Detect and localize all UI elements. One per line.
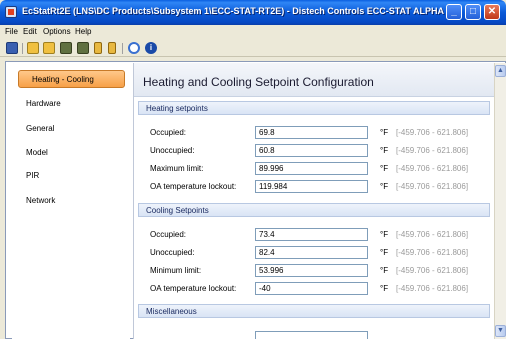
cooling-oa-lockout-label: OA temperature lockout: [150, 284, 237, 293]
device-icon[interactable] [77, 42, 89, 54]
cooling-oa-lockout-input[interactable] [255, 282, 368, 295]
maximize-button[interactable]: □ [465, 4, 481, 20]
scroll-up-icon[interactable]: ▲ [495, 65, 506, 77]
range-label: [-459.706 - 621.806] [396, 146, 469, 155]
unit-label: °F [380, 146, 389, 155]
close-button[interactable]: ✕ [484, 4, 500, 20]
section-miscellaneous: Miscellaneous [138, 304, 490, 318]
sidebar-item-heating-cooling[interactable]: Heating - Cooling [18, 70, 125, 88]
menu-bar: File Edit Options Help [0, 25, 506, 40]
menu-options[interactable]: Options [43, 27, 71, 36]
unit-label: °F [380, 128, 389, 137]
sidebar-item-label: Network [26, 196, 56, 205]
heating-max-limit-input[interactable] [255, 162, 368, 175]
sidebar: Heating - Cooling Hardware General Model… [12, 63, 130, 339]
sidebar-item-hardware[interactable]: Hardware [18, 95, 125, 113]
minimize-button[interactable]: _ [446, 4, 462, 20]
scroll-down-icon[interactable]: ▼ [495, 325, 506, 337]
range-label: [-459.706 - 621.806] [396, 164, 469, 173]
unit-label: °F [380, 266, 389, 275]
sidebar-item-model[interactable]: Model [18, 144, 125, 162]
cooling-occupied-label: Occupied: [150, 230, 187, 239]
cooling-min-limit-input[interactable] [255, 264, 368, 277]
heating-max-limit-label: Maximum limit: [150, 164, 204, 173]
section-title: Heating setpoints [146, 104, 208, 113]
unit-label: °F [380, 248, 389, 257]
pin-icon[interactable] [108, 42, 116, 54]
unit-label: °F [380, 284, 389, 293]
sidebar-item-general[interactable]: General [18, 120, 125, 138]
range-label: [-459.706 - 621.806] [396, 248, 469, 257]
sidebar-item-label: Heating - Cooling [32, 75, 94, 84]
page-header: Heating and Cooling Setpoint Configurati… [134, 63, 494, 97]
heating-occupied-label: Occupied: [150, 128, 187, 137]
heating-oa-lockout-label: OA temperature lockout: [150, 182, 237, 191]
open-folder-icon[interactable] [27, 42, 39, 54]
sidebar-item-label: Hardware [26, 99, 61, 108]
menu-file[interactable]: File [5, 27, 18, 36]
section-cooling-setpoints: Cooling Setpoints [138, 203, 490, 217]
range-label: [-459.706 - 621.806] [396, 266, 469, 275]
section-title: Miscellaneous [146, 307, 197, 316]
cooling-unoccupied-label: Unoccupied: [150, 248, 195, 257]
range-label: [-459.706 - 621.806] [396, 284, 469, 293]
open-folder-icon[interactable] [43, 42, 55, 54]
sidebar-item-network[interactable]: Network [18, 192, 125, 210]
title-bar: EcStatRt2E (LNS\DC Products\Subsystem 1\… [0, 0, 506, 25]
sidebar-item-label: General [26, 124, 55, 133]
sidebar-item-label: PIR [26, 171, 40, 180]
cooling-min-limit-label: Minimum limit: [150, 266, 202, 275]
setpoint-panel: Heating and Cooling Setpoint Configurati… [134, 63, 494, 339]
misc-input-partial[interactable] [255, 331, 368, 339]
range-label: [-459.706 - 621.806] [396, 128, 469, 137]
section-title: Cooling Setpoints [146, 206, 209, 215]
pin-icon[interactable] [94, 42, 102, 54]
save-icon[interactable] [6, 42, 18, 54]
menu-help[interactable]: Help [75, 27, 91, 36]
window-title: EcStatRt2E (LNS\DC Products\Subsystem 1\… [22, 6, 445, 16]
vertical-scrollbar[interactable]: ▲ ▼ [494, 63, 506, 339]
app-icon[interactable] [5, 6, 17, 18]
heating-unoccupied-label: Unoccupied: [150, 146, 195, 155]
range-label: [-459.706 - 621.806] [396, 182, 469, 191]
range-label: [-459.706 - 621.806] [396, 230, 469, 239]
page-title: Heating and Cooling Setpoint Configurati… [143, 75, 374, 89]
info-icon[interactable]: i [145, 42, 157, 54]
cooling-unoccupied-input[interactable] [255, 246, 368, 259]
toolbar: i [0, 40, 506, 57]
unit-label: °F [380, 182, 389, 191]
unit-label: °F [380, 164, 389, 173]
heating-occupied-input[interactable] [255, 126, 368, 139]
heating-oa-lockout-input[interactable] [255, 180, 368, 193]
menu-edit[interactable]: Edit [23, 27, 37, 36]
sidebar-item-label: Model [26, 148, 48, 157]
sidebar-item-pir[interactable]: PIR [18, 167, 125, 185]
cooling-occupied-input[interactable] [255, 228, 368, 241]
refresh-icon[interactable] [128, 42, 140, 54]
heating-unoccupied-input[interactable] [255, 144, 368, 157]
unit-label: °F [380, 230, 389, 239]
section-heating-setpoints: Heating setpoints [138, 101, 490, 115]
device-icon[interactable] [60, 42, 72, 54]
